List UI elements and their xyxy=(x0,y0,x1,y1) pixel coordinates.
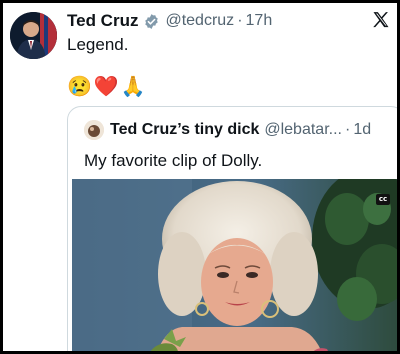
tweet-card[interactable]: Ted Cruz @tedcruz · 17h Legend. 😢❤️🙏 Ted… xyxy=(0,0,400,354)
quoted-tweet[interactable]: Ted Cruz’s tiny dick @lebatar... · 1d My… xyxy=(67,106,397,351)
author-name[interactable]: Ted Cruz xyxy=(67,11,138,31)
tweet-emojis: 😢❤️🙏 xyxy=(67,76,148,98)
x-logo-icon xyxy=(371,10,391,30)
tweet-timestamp[interactable]: 17h xyxy=(246,12,273,30)
quoted-separator-dot: · xyxy=(344,121,351,138)
verified-badge-icon xyxy=(143,13,160,30)
quoted-video-thumbnail[interactable]: cc xyxy=(72,179,397,351)
quoted-tweet-header: Ted Cruz’s tiny dick @lebatar... · 1d xyxy=(84,120,371,140)
quoted-author-avatar[interactable] xyxy=(84,120,104,140)
tweet-header: Ted Cruz @tedcruz · 17h xyxy=(67,10,357,32)
quoted-author-handle[interactable]: @lebatar... xyxy=(264,121,342,139)
separator-dot: · xyxy=(237,12,243,29)
closed-captions-badge: cc xyxy=(376,194,390,205)
author-handle[interactable]: @tedcruz xyxy=(165,12,234,30)
quoted-tweet-text: My favorite clip of Dolly. xyxy=(84,151,263,170)
quoted-timestamp[interactable]: 1d xyxy=(353,121,371,139)
quoted-author-name[interactable]: Ted Cruz’s tiny dick xyxy=(110,121,259,139)
author-avatar[interactable] xyxy=(10,12,57,59)
tweet-text: Legend. xyxy=(67,35,129,54)
